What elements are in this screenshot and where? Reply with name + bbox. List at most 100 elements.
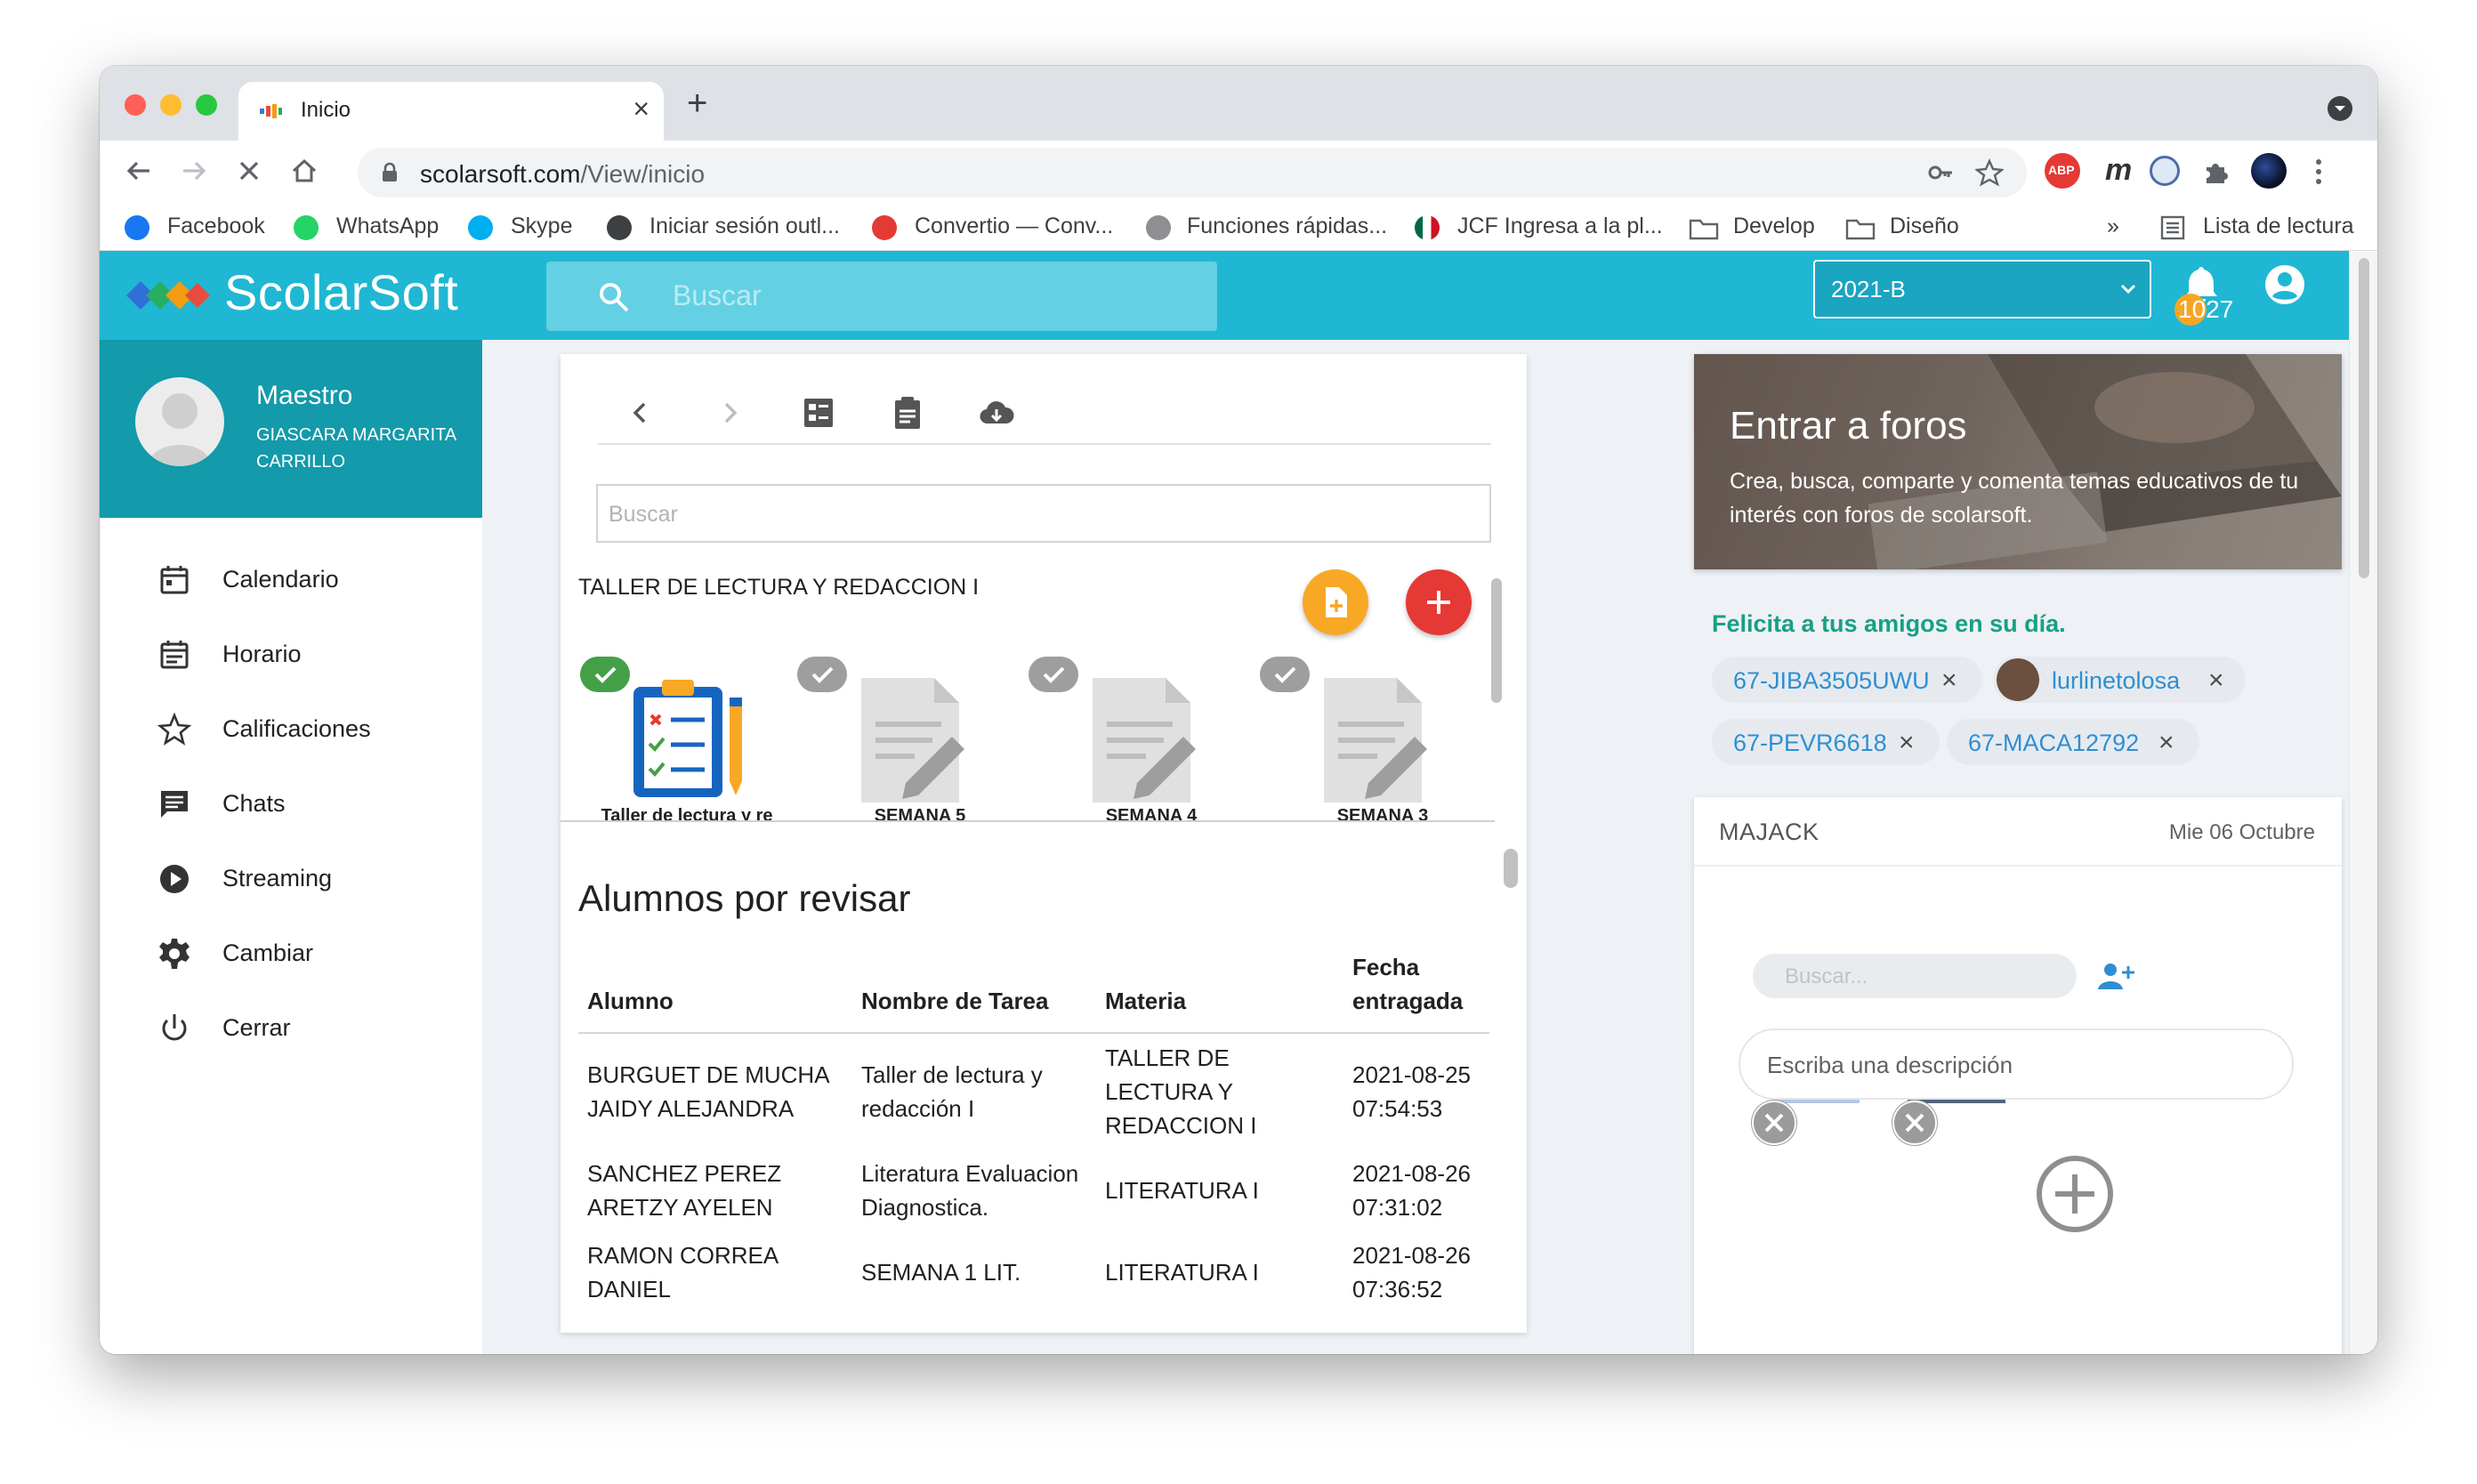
calendar-icon (160, 566, 189, 594)
table-row[interactable]: RAMON CORREA DANIEL SEMANA 1 LIT. LITERA… (578, 1231, 1489, 1313)
avatar (1997, 658, 2039, 701)
bookmark-develop[interactable]: Develop (1733, 214, 1815, 239)
close-icon[interactable]: × (2158, 728, 2174, 758)
back-icon[interactable] (123, 155, 155, 187)
skype-icon (468, 215, 493, 240)
close-icon[interactable]: × (1899, 728, 1915, 758)
close-window-button[interactable] (125, 94, 146, 116)
remove-attachment-button[interactable] (1751, 1100, 1797, 1146)
bookmarks-overflow-button[interactable]: » (2107, 214, 2119, 239)
description-input[interactable]: Escriba una descripción (1739, 1028, 2294, 1100)
m-extension-icon[interactable]: m (2098, 153, 2134, 189)
bookmark-skype[interactable]: Skype (511, 214, 572, 239)
assignment-card[interactable]: SEMANA 3 (1256, 657, 1470, 820)
assignment-label: SEMANA 4 (1105, 806, 1198, 822)
description-placeholder: Escriba una descripción (1767, 1052, 2013, 1078)
maximize-window-button[interactable] (196, 94, 217, 116)
bookmark-diseno[interactable]: Diseño (1890, 214, 1959, 239)
add-user-icon[interactable] (2096, 961, 2135, 993)
new-tab-button[interactable]: + (687, 85, 707, 121)
add-attachment-icon[interactable] (2034, 1153, 2116, 1235)
close-icon[interactable]: × (1941, 665, 1957, 696)
assignment-label: Taller de lectura y re (601, 806, 773, 822)
friend-chip[interactable]: 67-PEVR6618 × (1712, 719, 1940, 765)
course-search-placeholder: Buscar (609, 502, 678, 527)
table-row[interactable]: SANCHEZ PEREZ ARETZY AYELEN Literatura E… (578, 1149, 1489, 1231)
date-cell: 2021-08-26 07:31:02 (1352, 1160, 1471, 1221)
facebook-icon (125, 215, 149, 240)
bookmark-convertio[interactable]: Convertio — Conv... (915, 214, 1113, 239)
tab-search-button[interactable] (2328, 96, 2352, 121)
puzzle-extensions-icon[interactable] (2201, 157, 2231, 187)
sidebar: Maestro GIASCARA MARGARITA CARRILLO Cale… (100, 340, 482, 1354)
bookmark-whatsapp[interactable]: WhatsApp (336, 214, 439, 239)
table-row[interactable]: BURGUET DE MUCHA JAIDY ALEJANDRA Taller … (578, 1033, 1489, 1149)
sidebar-item-streaming[interactable]: Streaming (100, 847, 482, 911)
app-logo-text: ScolarSoft (224, 264, 459, 320)
bookmark-funciones[interactable]: Funciones rápidas... (1187, 214, 1387, 239)
sidebar-item-cambiar[interactable]: Cambiar (100, 922, 482, 986)
add-assignment-button[interactable] (1406, 569, 1472, 635)
add-document-button[interactable] (1303, 569, 1368, 635)
chevron-left-icon[interactable] (621, 393, 660, 432)
bookmark-jcf[interactable]: JCF Ingresa a la pl... (1457, 214, 1663, 239)
bookmarks-bar: Facebook WhatsApp Skype Iniciar sesión o… (100, 203, 2377, 251)
clipboard-icon[interactable] (888, 393, 927, 432)
cloud-download-icon[interactable] (977, 393, 1016, 432)
chat-panel: MAJACK Mie 06 Octubre Buscar... Escriba … (1694, 797, 2342, 1354)
tab-close-icon[interactable]: × (633, 94, 650, 123)
assignments-scroll-thumb[interactable] (1491, 578, 1502, 703)
globe-extension-icon[interactable] (2150, 156, 2180, 186)
reading-list-icon (2160, 215, 2185, 240)
chevron-right-icon[interactable] (710, 393, 749, 432)
course-title: TALLER DE LECTURA Y REDACCION I (578, 575, 980, 600)
active-tab[interactable]: Inicio × (238, 82, 664, 141)
friend-chip[interactable]: 67-JIBA3505UWU × (1712, 657, 1982, 703)
forum-description: Crea, busca, comparte y comenta temas ed… (1730, 469, 2299, 528)
forum-banner[interactable]: Entrar a foros Crea, busca, comparte y c… (1694, 354, 2342, 569)
period-select[interactable]: 2021-B (1813, 260, 2151, 319)
chat-search-input[interactable]: Buscar... (1753, 954, 2077, 998)
lock-icon[interactable] (381, 162, 399, 183)
stop-loading-icon[interactable] (233, 155, 265, 187)
global-search-input[interactable]: Buscar (546, 262, 1217, 331)
jcf-icon (1415, 215, 1440, 240)
reading-list-button[interactable]: Lista de lectura (2203, 214, 2354, 239)
more-menu-icon[interactable] (2313, 157, 2324, 187)
assignment-label: SEMANA 3 (1336, 806, 1429, 822)
profile-avatar[interactable] (2251, 153, 2287, 189)
assignment-card[interactable]: Taller de lectura y re (580, 657, 794, 822)
sidebar-item-chats[interactable]: Chats (100, 772, 482, 836)
adblock-extension-icon[interactable]: ABP (2045, 153, 2080, 189)
account-icon[interactable] (2263, 263, 2306, 306)
assignment-card[interactable]: SEMANA 5 (794, 657, 1007, 820)
adblock-label: ABP (2048, 163, 2075, 177)
friend-chip[interactable]: 67-MACA12792 × (1947, 719, 2199, 765)
assignments-carousel: Taller de lectura y re SEMANA 5 SEMANA 4… (561, 657, 1495, 822)
scolarsoft-favicon-icon (260, 104, 282, 118)
chevron-down-icon (2120, 284, 2136, 294)
bookmark-outlook[interactable]: Iniciar sesión outl... (650, 214, 840, 239)
column-header: Nombre de Tarea (852, 941, 1096, 1034)
friend-chip[interactable]: lurlinetolosa × (1993, 657, 2246, 703)
minimize-window-button[interactable] (160, 94, 182, 116)
sidebar-item-horario[interactable]: Horario (100, 623, 482, 687)
close-icon[interactable]: × (2208, 665, 2224, 696)
sidebar-item-calendario[interactable]: Calendario (100, 548, 482, 612)
forward-icon[interactable] (178, 155, 210, 187)
remove-attachment-button[interactable] (1892, 1100, 1938, 1146)
page-scroll-thumb[interactable] (2359, 258, 2369, 578)
address-bar[interactable]: scolarsoft.com/View/inicio (358, 148, 2027, 198)
page-scrollbar[interactable] (2349, 251, 2377, 1354)
sidebar-item-cerrar[interactable]: Cerrar (100, 996, 482, 1061)
sidebar-item-calificaciones[interactable]: Calificaciones (100, 698, 482, 762)
assignment-card[interactable]: SEMANA 4 (1025, 657, 1238, 820)
review-scroll-thumb[interactable] (1504, 849, 1518, 888)
course-search-input[interactable]: Buscar (596, 484, 1491, 543)
bookmark-star-icon[interactable] (1975, 158, 2004, 187)
list-view-icon[interactable] (799, 393, 838, 432)
key-icon[interactable] (1927, 160, 1954, 185)
assignments-scrollbar[interactable] (1489, 571, 1505, 891)
bookmark-facebook[interactable]: Facebook (167, 214, 265, 239)
home-icon[interactable] (288, 155, 320, 187)
